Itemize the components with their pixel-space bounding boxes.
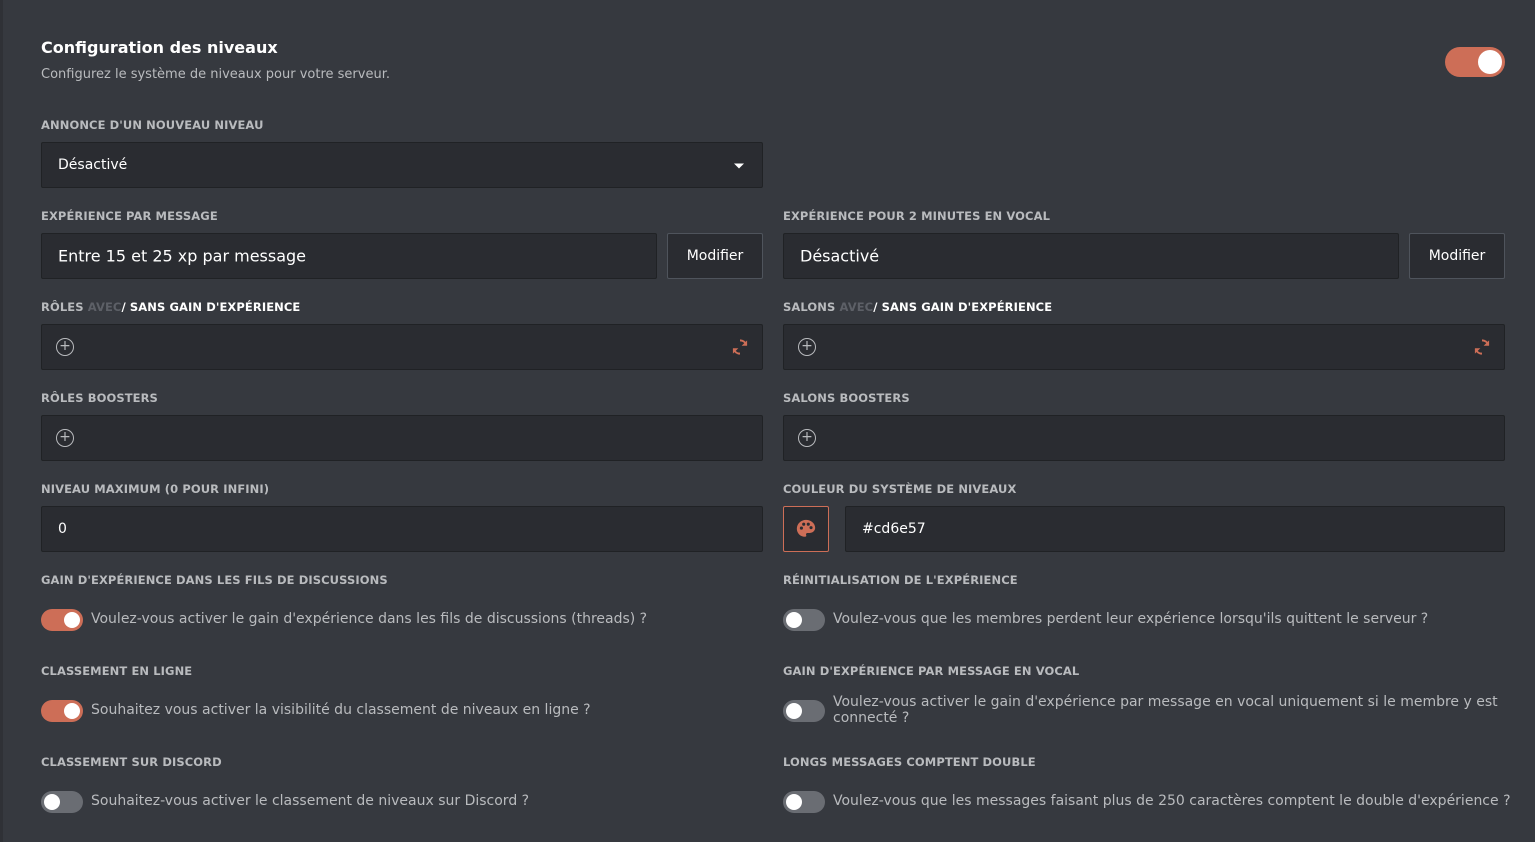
page-subtitle: Configurez le système de niveaux pour vo… — [41, 67, 390, 82]
reset-xp-text: Voulez-vous que les membres perdent leur… — [833, 611, 1429, 627]
discord-ranking-text: Souhaitez-vous activer le classement de … — [91, 793, 530, 809]
announce-select[interactable]: Désactivé — [41, 142, 763, 188]
online-ranking-toggle[interactable] — [41, 700, 83, 722]
toggle-knob — [786, 612, 802, 628]
toggle-knob — [44, 794, 60, 810]
roles-xp-picker: + — [41, 324, 763, 370]
long-messages-toggle[interactable] — [783, 791, 825, 813]
palette-icon — [796, 519, 816, 537]
long-messages-label: LONGS MESSAGES COMPTENT DOUBLE — [783, 755, 1036, 769]
voice-message-xp-text-line1: Voulez-vous activer le gain d'expérience… — [833, 694, 1498, 710]
level-color-label: COULEUR DU SYSTÈME DE NIVEAUX — [783, 482, 1017, 496]
toggle-knob — [786, 703, 802, 719]
sidebar-edge — [0, 0, 3, 842]
threads-toggle[interactable] — [41, 609, 83, 631]
voice-message-xp-toggle[interactable] — [783, 700, 825, 722]
max-level-input[interactable]: 0 — [41, 506, 763, 552]
max-level-value: 0 — [58, 521, 67, 537]
xp-message-label: EXPÉRIENCE PAR MESSAGE — [41, 209, 218, 223]
toggle-knob — [64, 612, 80, 628]
roles-xp-label: RÔLES AVEC/ SANS GAIN D'EXPÉRIENCE — [41, 300, 300, 314]
channels-xp-label-avec: AVEC — [839, 300, 874, 314]
roles-boosters-picker: + — [41, 415, 763, 461]
threads-text: Voulez-vous activer le gain d'expérience… — [91, 611, 648, 627]
channels-xp-picker: + — [783, 324, 1505, 370]
reset-xp-toggle[interactable] — [783, 609, 825, 631]
toggle-knob — [64, 703, 80, 719]
plus-circle-icon[interactable]: + — [56, 429, 74, 447]
announce-value: Désactivé — [58, 157, 128, 173]
channels-xp-label: SALONS AVEC/ SANS GAIN D'EXPÉRIENCE — [783, 300, 1052, 314]
toggle-knob — [1478, 50, 1502, 74]
announce-label: ANNONCE D'UN NOUVEAU NIVEAU — [41, 118, 264, 132]
refresh-icon[interactable] — [1472, 337, 1492, 357]
roles-xp-label-avec: AVEC — [87, 300, 122, 314]
toggle-knob — [786, 794, 802, 810]
roles-xp-label-suffix: SANS GAIN D'EXPÉRIENCE — [129, 300, 301, 314]
channels-boosters-label: SALONS BOOSTERS — [783, 391, 910, 405]
roles-boosters-label: RÔLES BOOSTERS — [41, 391, 158, 405]
roles-xp-label-sep: / — [121, 300, 126, 314]
xp-message-value: Entre 15 et 25 xp par message — [58, 246, 307, 266]
max-level-label: NIVEAU MAXIMUM (0 POUR INFINI) — [41, 482, 270, 496]
level-color-value: #cd6e57 — [862, 521, 926, 537]
discord-ranking-label: CLASSEMENT SUR DISCORD — [41, 755, 222, 769]
xp-voice-field: Désactivé — [783, 233, 1399, 279]
color-picker-button[interactable] — [783, 506, 829, 552]
threads-label: GAIN D'EXPÉRIENCE DANS LES FILS DE DISCU… — [41, 573, 388, 587]
channels-xp-label-suffix: SANS GAIN D'EXPÉRIENCE — [881, 300, 1053, 314]
long-messages-text: Voulez-vous que les messages faisant plu… — [833, 793, 1511, 809]
channels-xp-label-prefix: SALONS — [783, 300, 836, 314]
refresh-icon[interactable] — [730, 337, 750, 357]
online-ranking-label: CLASSEMENT EN LIGNE — [41, 664, 193, 678]
xp-voice-label: EXPÉRIENCE POUR 2 MINUTES EN VOCAL — [783, 209, 1051, 223]
channels-boosters-picker: + — [783, 415, 1505, 461]
page-title: Configuration des niveaux — [41, 38, 278, 57]
xp-message-edit-button[interactable]: Modifier — [667, 233, 763, 279]
xp-voice-value: Désactivé — [800, 246, 880, 266]
plus-circle-icon[interactable]: + — [56, 338, 74, 356]
xp-message-field: Entre 15 et 25 xp par message — [41, 233, 657, 279]
chevron-down-icon — [734, 163, 744, 169]
plus-circle-icon[interactable]: + — [798, 338, 816, 356]
online-ranking-text: Souhaitez vous activer la visibilité du … — [91, 702, 591, 718]
level-color-input[interactable]: #cd6e57 — [845, 506, 1505, 552]
reset-xp-label: RÉINITIALISATION DE L'EXPÉRIENCE — [783, 573, 1018, 587]
xp-voice-edit-button[interactable]: Modifier — [1409, 233, 1505, 279]
channels-xp-label-sep: / — [873, 300, 878, 314]
plus-circle-icon[interactable]: + — [798, 429, 816, 447]
discord-ranking-toggle[interactable] — [41, 791, 83, 813]
voice-message-xp-text-line2: connecté ? — [833, 710, 910, 726]
levels-enabled-toggle[interactable] — [1445, 47, 1505, 77]
roles-xp-label-prefix: RÔLES — [41, 300, 84, 314]
voice-message-xp-label: GAIN D'EXPÉRIENCE PAR MESSAGE EN VOCAL — [783, 664, 1080, 678]
